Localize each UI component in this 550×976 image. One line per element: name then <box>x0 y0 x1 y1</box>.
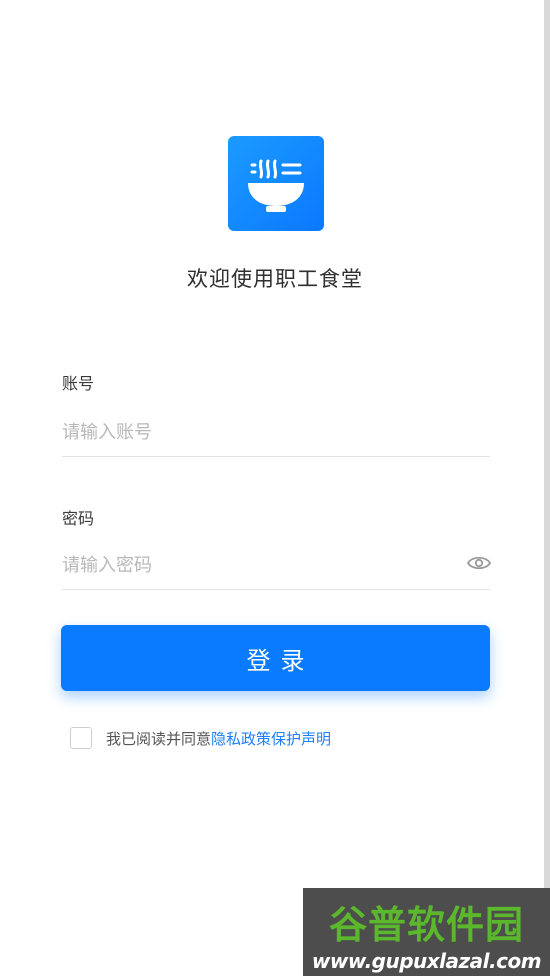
watermark: 谷普软件园 www.gupuxlazal.com <box>303 888 550 976</box>
scrollbar-edge <box>544 0 550 976</box>
watermark-url: www.gupuxlazal.com <box>311 949 542 973</box>
password-underline <box>62 589 490 590</box>
bowl-noodle-icon <box>248 159 304 212</box>
account-input[interactable] <box>62 412 490 452</box>
password-label: 密码 <box>62 509 95 528</box>
privacy-policy-link[interactable]: 隐私政策保护声明 <box>211 728 331 749</box>
account-label: 账号 <box>62 374 95 393</box>
welcome-title: 欢迎使用职工食堂 <box>187 267 363 291</box>
agreement-row: 我已阅读并同意 隐私政策保护声明 <box>70 727 331 749</box>
agreement-text: 我已阅读并同意 <box>106 729 212 748</box>
account-underline <box>62 456 490 457</box>
watermark-title: 谷普软件园 <box>328 902 524 947</box>
eye-icon[interactable] <box>466 553 492 573</box>
app-logo <box>228 136 324 231</box>
login-button[interactable]: 登录 <box>61 625 490 691</box>
agreement-checkbox[interactable] <box>70 727 92 749</box>
password-input[interactable] <box>62 545 458 585</box>
